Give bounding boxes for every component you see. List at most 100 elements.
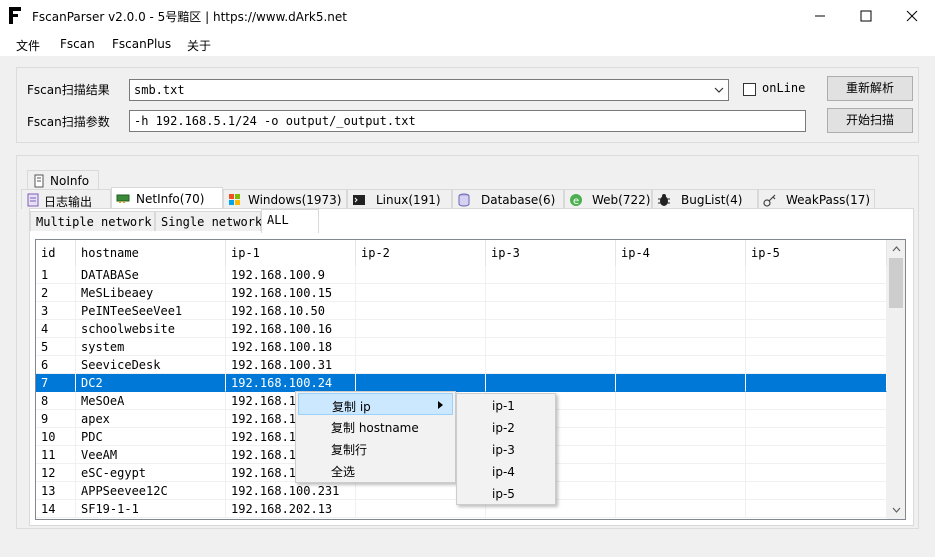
menu-file[interactable]: 文件 xyxy=(16,37,40,54)
table-cell-ip-2[interactable] xyxy=(356,356,486,374)
online-checkbox[interactable] xyxy=(743,83,756,96)
table-cell-hostname[interactable]: SeeviceDesk xyxy=(76,356,226,374)
table-cell-ip-3[interactable] xyxy=(486,320,616,338)
table-cell-id[interactable]: 13 xyxy=(36,482,76,500)
table-cell-ip-4[interactable] xyxy=(616,410,746,428)
column-header-ip-4[interactable]: ip-4 xyxy=(616,240,746,266)
table-cell-ip-4[interactable] xyxy=(616,284,746,302)
start-scan-button[interactable]: 开始扫描 xyxy=(827,108,913,133)
table-cell-id[interactable]: 5 xyxy=(36,338,76,356)
table-cell-ip-4[interactable] xyxy=(616,302,746,320)
table-cell-ip-5[interactable] xyxy=(746,266,887,284)
table-cell-ip-4[interactable] xyxy=(616,464,746,482)
table-cell-ip-5[interactable] xyxy=(746,338,887,356)
result-file-combobox[interactable]: smb.txt xyxy=(129,79,729,101)
table-cell-ip-5[interactable] xyxy=(746,500,887,518)
table-cell-id[interactable]: 3 xyxy=(36,302,76,320)
table-cell-ip-2[interactable] xyxy=(356,374,486,392)
vertical-scrollbar[interactable] xyxy=(887,240,905,519)
table-cell-ip-2[interactable] xyxy=(356,266,486,284)
table-cell-ip-4[interactable] xyxy=(616,500,746,518)
subtab-multiple-network[interactable]: Multiple network xyxy=(30,211,155,231)
table-cell-id[interactable]: 14 xyxy=(36,500,76,518)
table-cell-id[interactable]: 12 xyxy=(36,464,76,482)
table-cell-ip-5[interactable] xyxy=(746,392,887,410)
table-cell-ip-5[interactable] xyxy=(746,284,887,302)
table-cell-ip-3[interactable] xyxy=(486,338,616,356)
table-cell-hostname[interactable]: schoolwebsite xyxy=(76,320,226,338)
table-cell-ip-5[interactable] xyxy=(746,446,887,464)
submenu-ip-4[interactable]: ip-4 xyxy=(459,461,553,483)
table-cell-ip-4[interactable] xyxy=(616,356,746,374)
table-cell-ip-3[interactable] xyxy=(486,374,616,392)
context-menu-copy-row[interactable]: 复制行 xyxy=(298,437,453,459)
table-cell-ip-3[interactable] xyxy=(486,302,616,320)
context-menu-copy-hostname[interactable]: 复制 hostname xyxy=(298,415,453,437)
table-cell-ip-1[interactable]: 192.168.100.18 xyxy=(226,338,356,356)
table-cell-ip-4[interactable] xyxy=(616,338,746,356)
table-cell-id[interactable]: 11 xyxy=(36,446,76,464)
table-cell-ip-4[interactable] xyxy=(616,374,746,392)
table-cell-ip-1[interactable]: 192.168.100.24 xyxy=(226,374,356,392)
table-cell-ip-1[interactable]: 192.168.202.13 xyxy=(226,500,356,518)
table-cell-ip-1[interactable]: 192.168.100.16 xyxy=(226,320,356,338)
submenu-ip-3[interactable]: ip-3 xyxy=(459,439,553,461)
column-header-hostname[interactable]: hostname xyxy=(76,240,226,266)
table-cell-ip-5[interactable] xyxy=(746,482,887,500)
table-cell-ip-1[interactable]: 192.168.10.50 xyxy=(226,302,356,320)
table-row[interactable]: 5 system 192.168.100.18 xyxy=(36,338,887,356)
subtab-all[interactable]: ALL xyxy=(261,209,319,233)
table-cell-id[interactable]: 2 xyxy=(36,284,76,302)
scroll-up-icon[interactable] xyxy=(892,246,901,252)
reparse-button[interactable]: 重新解析 xyxy=(827,76,913,101)
minimize-button[interactable] xyxy=(797,0,843,32)
column-header-id[interactable]: id xyxy=(36,240,76,266)
table-cell-ip-4[interactable] xyxy=(616,266,746,284)
table-cell-ip-1[interactable]: 192.168.100.231 xyxy=(226,482,356,500)
table-cell-ip-5[interactable] xyxy=(746,356,887,374)
tab-windows[interactable]: Windows(1973) xyxy=(223,189,347,209)
table-cell-ip-1[interactable]: 192.168.100.15 xyxy=(226,284,356,302)
table-cell-hostname[interactable]: system xyxy=(76,338,226,356)
table-cell-hostname[interactable]: PDC xyxy=(76,428,226,446)
table-cell-ip-2[interactable] xyxy=(356,320,486,338)
table-cell-hostname[interactable]: PeINTeeSeeVee1 xyxy=(76,302,226,320)
tab-weakpass[interactable]: WeakPass(17) xyxy=(758,189,875,209)
table-cell-ip-4[interactable] xyxy=(616,320,746,338)
menu-fscanplus[interactable]: FscanPlus xyxy=(112,37,171,51)
table-cell-ip-5[interactable] xyxy=(746,428,887,446)
table-cell-id[interactable]: 8 xyxy=(36,392,76,410)
table-cell-ip-3[interactable] xyxy=(486,284,616,302)
column-header-ip-2[interactable]: ip-2 xyxy=(356,240,486,266)
table-cell-ip-5[interactable] xyxy=(746,410,887,428)
table-cell-ip-4[interactable] xyxy=(616,446,746,464)
subtab-single-network[interactable]: Single network xyxy=(155,211,262,231)
close-button[interactable] xyxy=(889,0,935,32)
table-cell-ip-3[interactable] xyxy=(486,356,616,374)
table-cell-ip-5[interactable] xyxy=(746,464,887,482)
scroll-down-icon[interactable] xyxy=(892,507,901,513)
table-cell-ip-5[interactable] xyxy=(746,302,887,320)
table-cell-ip-2[interactable] xyxy=(356,284,486,302)
tab-web[interactable]: e Web(722) xyxy=(564,189,652,209)
tab-netinfo[interactable]: NetInfo(70) xyxy=(111,187,223,209)
table-cell-hostname[interactable]: APPSeevee12C xyxy=(76,482,226,500)
column-header-ip-1[interactable]: ip-1 xyxy=(226,240,356,266)
table-row[interactable]: 2 MeSLibeaey 192.168.100.15 xyxy=(36,284,887,302)
table-cell-hostname[interactable]: apex xyxy=(76,410,226,428)
submenu-ip-2[interactable]: ip-2 xyxy=(459,417,553,439)
tab-database[interactable]: Database(6) xyxy=(452,189,564,209)
table-cell-id[interactable]: 1 xyxy=(36,266,76,284)
table-cell-hostname[interactable]: VeeAM xyxy=(76,446,226,464)
table-cell-hostname[interactable]: DATABASe xyxy=(76,266,226,284)
params-input[interactable]: -h 192.168.5.1/24 -o output/_output.txt xyxy=(129,110,806,132)
scrollbar-thumb[interactable] xyxy=(889,258,903,308)
context-menu-copy-ip[interactable]: 复制 ip xyxy=(298,393,453,415)
table-cell-id[interactable]: 4 xyxy=(36,320,76,338)
table-cell-id[interactable]: 10 xyxy=(36,428,76,446)
tab-linux[interactable]: Linux(191) xyxy=(347,189,452,209)
table-row[interactable]: 7 DC2 192.168.100.24 xyxy=(36,374,887,392)
column-header-ip-3[interactable]: ip-3 xyxy=(486,240,616,266)
table-cell-ip-4[interactable] xyxy=(616,482,746,500)
table-cell-id[interactable]: 7 xyxy=(36,374,76,392)
